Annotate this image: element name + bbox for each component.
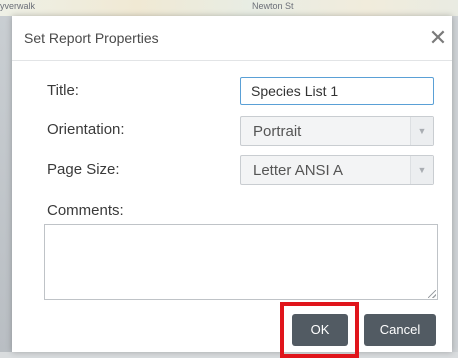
map-street-label: yverwalk <box>0 1 36 11</box>
map-left-edge <box>0 16 12 352</box>
cancel-button[interactable]: Cancel <box>364 314 436 346</box>
map-right-edge <box>452 16 458 352</box>
comments-textarea[interactable] <box>44 224 438 300</box>
dialog-header: Set Report Properties ✕ <box>12 16 452 61</box>
close-icon[interactable]: ✕ <box>424 22 452 54</box>
orientation-value: Portrait <box>253 123 302 140</box>
page-size-value: Letter ANSI A <box>253 162 344 179</box>
chevron-down-icon[interactable]: ▼ <box>410 117 433 145</box>
title-input[interactable]: Species List 1 <box>240 77 434 105</box>
report-properties-dialog: Set Report Properties ✕ Title: Species L… <box>12 16 452 358</box>
page-size-select[interactable]: Letter ANSI A ▼ <box>240 155 434 185</box>
ok-button[interactable]: OK <box>292 314 348 346</box>
page-size-label: Page Size: <box>47 161 120 178</box>
orientation-label: Orientation: <box>47 121 125 138</box>
comments-label: Comments: <box>47 202 124 219</box>
map-street-label: Newton St <box>252 1 294 11</box>
dialog-title: Set Report Properties <box>24 30 159 46</box>
chevron-down-icon[interactable]: ▼ <box>410 156 433 184</box>
orientation-select[interactable]: Portrait ▼ <box>240 116 434 146</box>
resize-grip-icon[interactable] <box>428 290 436 298</box>
map-road-strip <box>0 0 458 16</box>
title-label: Title: <box>47 82 79 99</box>
